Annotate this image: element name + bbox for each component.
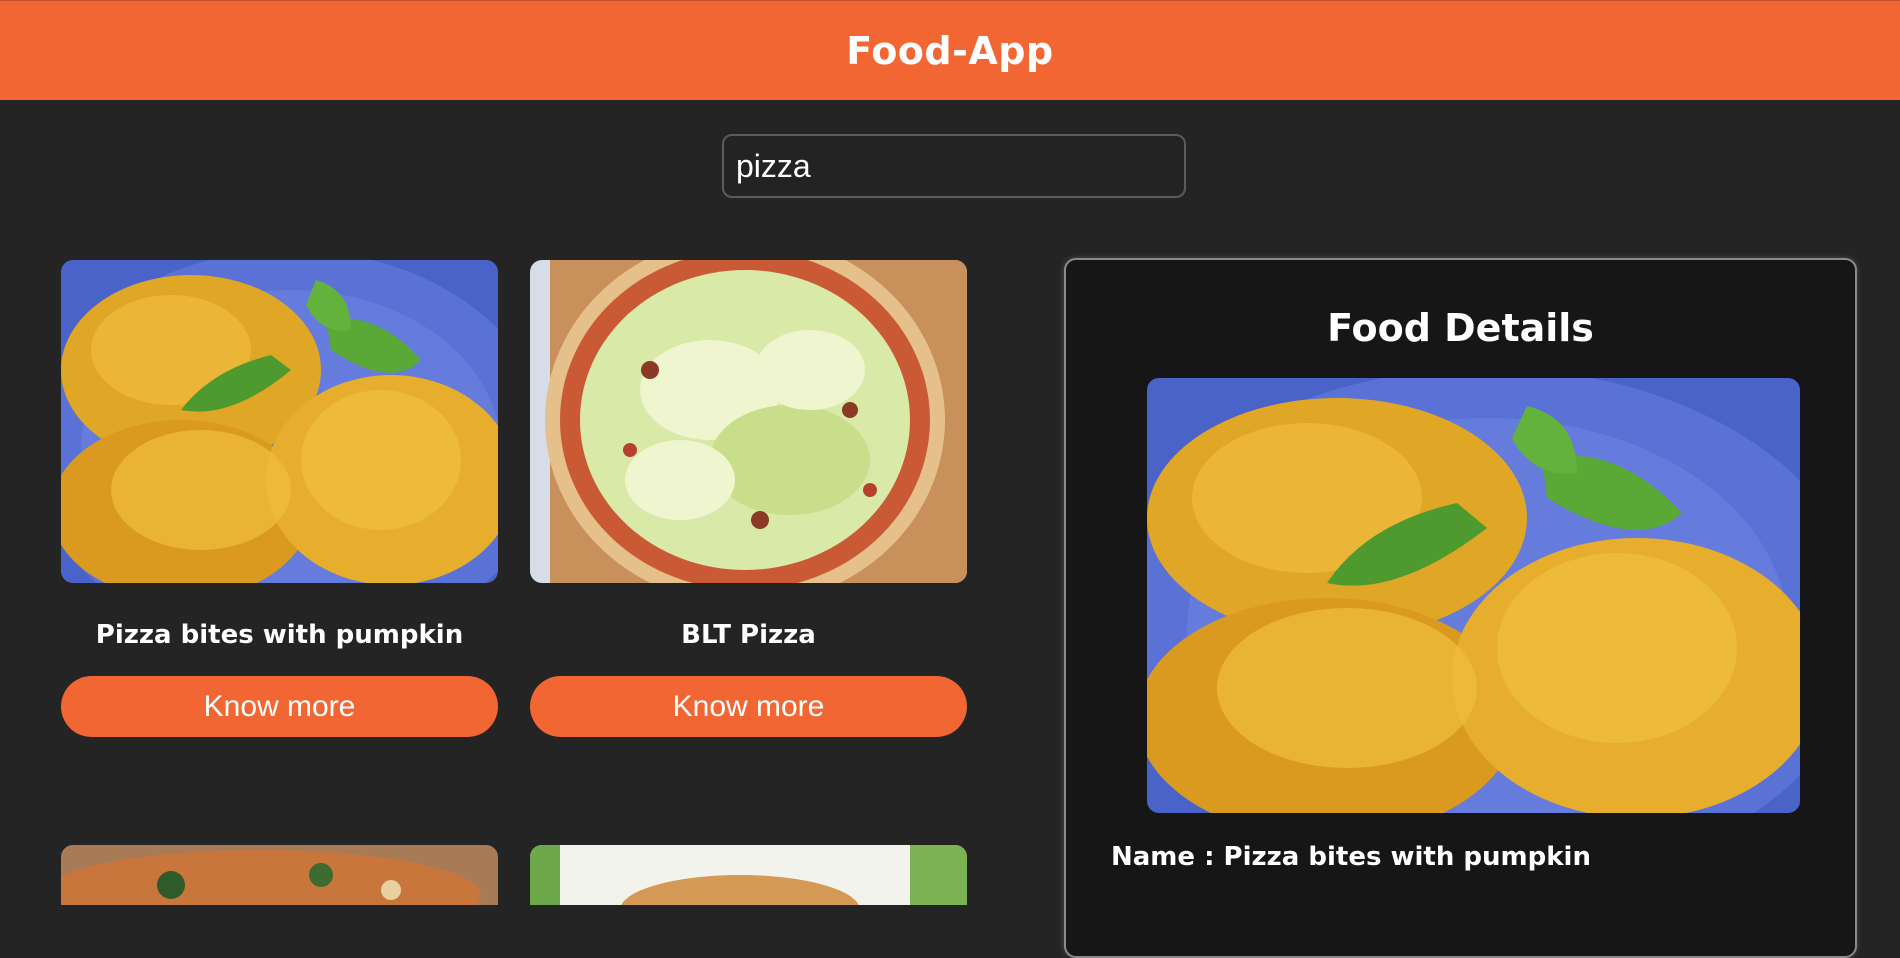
details-food-image [1147,378,1800,813]
food-image[interactable] [61,845,498,905]
food-image[interactable] [61,260,498,583]
food-card: BLT Pizza Know more [530,260,967,737]
food-title: BLT Pizza [681,620,816,650]
app-title: Food-App [846,28,1054,73]
details-heading: Food Details [1327,306,1594,350]
details-name: Name : Pizza bites with pumpkin [1111,842,1591,872]
food-image[interactable] [530,845,967,905]
search-box [722,134,1186,198]
search-input[interactable] [722,134,1186,198]
know-more-button[interactable]: Know more [61,676,498,737]
name-label: Name : [1111,842,1215,872]
name-value: Pizza bites with pumpkin [1223,842,1591,872]
food-details-panel: Food Details Name : Pizza bites with pum… [1064,258,1857,958]
food-card: Pizza bites with pumpkin Know more [61,260,498,737]
know-more-button[interactable]: Know more [530,676,967,737]
food-title: Pizza bites with pumpkin [95,620,464,650]
app-header: Food-App [0,0,1900,100]
food-image[interactable] [530,260,967,583]
